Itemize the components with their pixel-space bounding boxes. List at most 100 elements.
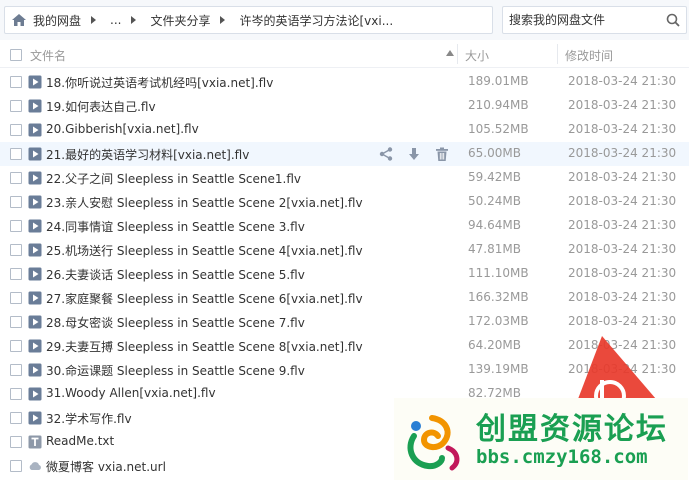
video-icon xyxy=(28,339,42,353)
row-checkbox[interactable] xyxy=(10,148,22,160)
file-size: 172.03MB xyxy=(468,314,529,328)
row-checkbox[interactable] xyxy=(10,268,22,280)
file-name[interactable]: 27.家庭聚餐 Sleepless in Seattle Scene 6[vxi… xyxy=(46,290,363,307)
select-all-checkbox[interactable] xyxy=(10,49,22,61)
row-checkbox[interactable] xyxy=(10,220,22,232)
video-icon xyxy=(28,123,42,137)
video-icon xyxy=(28,171,42,185)
file-modified-date: 2018-03-24 21:30 xyxy=(568,218,677,232)
video-icon xyxy=(28,75,42,89)
file-row[interactable]: 24.同事情谊 Sleepless in Seattle Scene 3.flv… xyxy=(0,214,689,238)
row-checkbox[interactable] xyxy=(10,460,22,472)
file-modified-date: 2018-03-24 21:30 xyxy=(568,290,677,304)
row-checkbox[interactable] xyxy=(10,292,22,304)
video-icon xyxy=(28,387,42,401)
file-modified-date: 2018-03-24 21:30 xyxy=(568,146,677,160)
file-modified-date: 2018-03-24 21:30 xyxy=(568,98,677,112)
breadcrumb-my-drive[interactable]: 我的网盘 xyxy=(33,12,81,29)
column-divider xyxy=(557,44,558,64)
row-checkbox[interactable] xyxy=(10,436,22,448)
file-name[interactable]: 30.命运课题 Sleepless in Seattle Scene 9.flv xyxy=(46,362,305,379)
file-row[interactable]: 27.家庭聚餐 Sleepless in Seattle Scene 6[vxi… xyxy=(0,286,689,310)
search-icon[interactable] xyxy=(666,13,680,27)
file-name[interactable]: 20.Gibberish[vxia.net].flv xyxy=(46,122,199,136)
file-name[interactable]: 微夏博客 vxia.net.url xyxy=(46,458,166,475)
sort-ascending-icon[interactable] xyxy=(446,50,454,56)
file-row[interactable]: 18.你听说过英语考试机经吗[vxia.net].flv 189.01MB 2018… xyxy=(0,70,689,94)
video-icon xyxy=(28,267,42,281)
search-input[interactable] xyxy=(509,11,659,29)
file-name[interactable]: 23.亲人安慰 Sleepless in Seattle Scene 2[vxi… xyxy=(46,194,363,211)
file-size: 111.10MB xyxy=(468,266,529,280)
video-icon xyxy=(28,291,42,305)
file-name[interactable]: 32.学术写作.flv xyxy=(46,410,132,427)
file-modified-date: 2018-03-24 21:30 xyxy=(568,74,677,88)
video-icon xyxy=(28,99,42,113)
breadcrumb-current-folder[interactable]: 许岑的英语学习方法论[vxi... xyxy=(239,12,393,29)
breadcrumb-folder-share[interactable]: 文件夹分享 xyxy=(150,12,210,29)
file-modified-date: 2018-03-24 21:30 xyxy=(568,314,677,328)
video-icon xyxy=(28,363,42,377)
file-name[interactable]: 31.Woody Allen[vxia.net].flv xyxy=(46,386,216,400)
file-list-header: 文件名 大小 修改时间 xyxy=(0,41,689,68)
file-size: 105.52MB xyxy=(468,122,529,136)
file-name[interactable]: 29.夫妻互搏 Sleepless in Seattle Scene 8[vxi… xyxy=(46,338,363,355)
chevron-right-icon xyxy=(91,16,97,24)
file-name[interactable]: 24.同事情谊 Sleepless in Seattle Scene 3.flv xyxy=(46,218,305,235)
video-icon xyxy=(28,219,42,233)
row-checkbox[interactable] xyxy=(10,388,22,400)
row-checkbox[interactable] xyxy=(10,316,22,328)
file-size: 210.94MB xyxy=(468,98,529,112)
share-icon[interactable] xyxy=(378,146,394,162)
search-box xyxy=(502,6,687,34)
row-checkbox[interactable] xyxy=(10,76,22,88)
file-row[interactable]: 20.Gibberish[vxia.net].flv 105.52MB 2018-0… xyxy=(0,118,689,142)
home-icon[interactable] xyxy=(11,12,27,28)
file-size: 59.42MB xyxy=(468,170,521,184)
file-row[interactable]: 23.亲人安慰 Sleepless in Seattle Scene 2[vxi… xyxy=(0,190,689,214)
file-name[interactable]: 19.如何表达自己.flv xyxy=(46,98,156,115)
row-checkbox[interactable] xyxy=(10,172,22,184)
file-size: 189.01MB xyxy=(468,74,529,88)
row-checkbox[interactable] xyxy=(10,364,22,376)
breadcrumb: 我的网盘 ... 文件夹分享 许岑的英语学习方法论[vxi... xyxy=(4,6,493,34)
file-modified-date: 2018-03-24 21:30 xyxy=(568,122,677,136)
file-name[interactable]: 21.最好的英语学习材料[vxia.net].flv xyxy=(46,146,249,163)
file-name[interactable]: 22.父子之间 Sleepless in Seattle Scene1.flv xyxy=(46,170,301,187)
video-icon xyxy=(28,243,42,257)
file-size: 47.81MB xyxy=(468,242,521,256)
file-row[interactable]: 25.机场送行 Sleepless in Seattle Scene 4[vxi… xyxy=(0,238,689,262)
chevron-right-icon xyxy=(220,16,226,24)
row-checkbox[interactable] xyxy=(10,196,22,208)
file-modified-date: 2018-03-24 21:30 xyxy=(568,194,677,208)
column-divider xyxy=(457,44,458,64)
breadcrumb-ellipsis[interactable]: ... xyxy=(110,13,121,27)
row-checkbox[interactable] xyxy=(10,340,22,352)
file-size: 65.00MB xyxy=(468,146,521,160)
file-name[interactable]: 18.你听说过英语考试机经吗[vxia.net].flv xyxy=(46,74,273,91)
forum-logo-icon xyxy=(407,415,460,471)
file-name[interactable]: 25.机场送行 Sleepless in Seattle Scene 4[vxi… xyxy=(46,242,363,259)
top-bar: 我的网盘 ... 文件夹分享 许岑的英语学习方法论[vxi... xyxy=(0,0,689,40)
column-header-modified[interactable]: 修改时间 xyxy=(565,47,613,64)
row-actions xyxy=(378,146,462,162)
file-row[interactable]: 26.夫妻谈话 Sleepless in Seattle Scene 5.flv… xyxy=(0,262,689,286)
file-row[interactable]: 21.最好的英语学习材料[vxia.net].flv 65.00MB 2018-03… xyxy=(0,142,689,166)
file-size: 166.32MB xyxy=(468,290,529,304)
file-name[interactable]: 28.母女密谈 Sleepless in Seattle Scene 7.flv xyxy=(46,314,305,331)
column-header-name[interactable]: 文件名 xyxy=(30,47,66,64)
video-icon xyxy=(28,315,42,329)
row-checkbox[interactable] xyxy=(10,124,22,136)
file-name[interactable]: 26.夫妻谈话 Sleepless in Seattle Scene 5.flv xyxy=(46,266,305,283)
column-header-size[interactable]: 大小 xyxy=(465,47,489,64)
download-icon[interactable] xyxy=(406,146,422,162)
file-size: 94.64MB xyxy=(468,218,521,232)
row-checkbox[interactable] xyxy=(10,412,22,424)
file-name[interactable]: ReadMe.txt xyxy=(46,434,114,448)
file-row[interactable]: 22.父子之间 Sleepless in Seattle Scene1.flv 5… xyxy=(0,166,689,190)
watermark-title: 创盟资源论坛 xyxy=(476,412,668,447)
row-checkbox[interactable] xyxy=(10,100,22,112)
file-row[interactable]: 19.如何表达自己.flv 210.94MB 2018-03-24 21:30 xyxy=(0,94,689,118)
row-checkbox[interactable] xyxy=(10,244,22,256)
delete-icon[interactable] xyxy=(434,146,450,162)
